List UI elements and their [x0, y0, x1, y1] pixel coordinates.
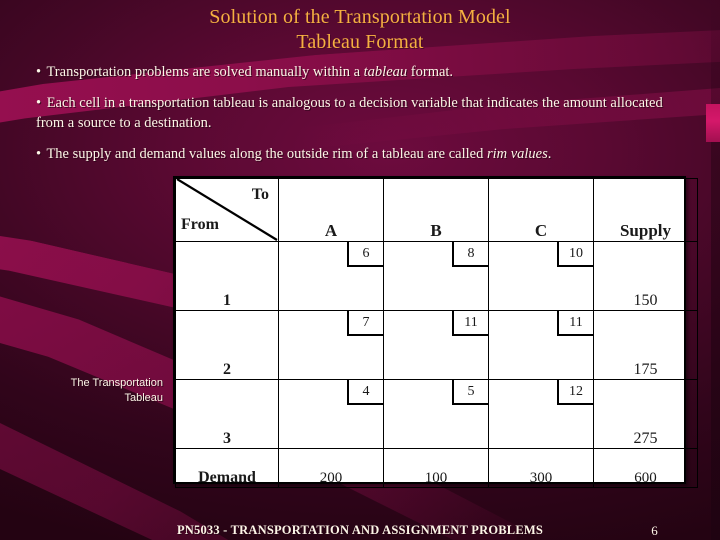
column-header-a: A [278, 178, 384, 242]
cell-1-a[interactable]: 6 [278, 241, 384, 311]
bullet-marker: • [36, 64, 44, 80]
cell-1-b[interactable]: 8 [383, 241, 489, 311]
bullet-text-1-italic: tableau [363, 64, 408, 80]
table-row: 3 4 5 12 275 [175, 379, 698, 449]
slide-title: Solution of the Transportation Model Tab… [0, 5, 720, 55]
cell-1-c[interactable]: 10 [488, 241, 594, 311]
cost-box: 11 [452, 311, 488, 336]
title-line-2: Tableau Format [296, 31, 424, 53]
right-edge-shadow [711, 0, 720, 540]
supply-value-3: 275 [593, 379, 698, 449]
cell-2-c[interactable]: 11 [488, 310, 594, 380]
row-label-2: 2 [175, 310, 279, 380]
bullet-text-3a: The supply and demand values along the o… [46, 146, 487, 162]
cost-box: 11 [557, 311, 593, 336]
bullet-item-3: • The supply and demand values along the… [36, 144, 684, 164]
cost-box: 4 [347, 380, 383, 405]
slide-page-number: 6 [651, 523, 658, 538]
tableau-caption: The Transportation Tableau [8, 376, 163, 406]
right-edge-accent-bar [706, 104, 720, 142]
column-header-c: C [488, 178, 594, 242]
cell-3-b[interactable]: 5 [383, 379, 489, 449]
demand-value-a: 200 [278, 448, 384, 488]
bullet-text-3b: . [547, 146, 552, 162]
table-row: 1 6 8 10 150 [175, 241, 698, 311]
bullet-marker: • [36, 146, 44, 162]
grand-total-value: 600 [593, 448, 698, 488]
cost-box: 7 [347, 311, 383, 336]
caption-line-1: The Transportation [70, 377, 163, 389]
cell-2-b[interactable]: 11 [383, 310, 489, 380]
demand-value-c: 300 [488, 448, 594, 488]
slide: Solution of the Transportation Model Tab… [0, 0, 720, 540]
cost-box: 5 [452, 380, 488, 405]
tableau-demand-row: Demand 200 100 300 600 [175, 448, 698, 488]
cost-box: 8 [452, 242, 488, 267]
bullet-text-3-italic: rim values [486, 146, 548, 162]
bullet-list: • Transportation problems are solved man… [36, 62, 684, 175]
tableau-header-row: To From A B C Supply [175, 178, 698, 242]
row-label-1: 1 [175, 241, 279, 311]
bullet-item-1: • Transportation problems are solved man… [36, 62, 684, 82]
cell-3-c[interactable]: 12 [488, 379, 594, 449]
cost-box: 10 [557, 242, 593, 267]
cell-2-a[interactable]: 7 [278, 310, 384, 380]
corner-label-from: From [181, 216, 219, 233]
cell-3-a[interactable]: 4 [278, 379, 384, 449]
bullet-text-2a: Each cell in a transportation tableau is… [36, 95, 663, 131]
supply-value-1: 150 [593, 241, 698, 311]
corner-label-to: To [251, 186, 269, 203]
bullet-marker: • [36, 95, 44, 111]
row-label-3: 3 [175, 379, 279, 449]
column-header-b: B [383, 178, 489, 242]
footer-text: PN5033 - TRANSPORTATION AND ASSIGNMENT P… [176, 523, 544, 537]
transportation-tableau: To From A B C Supply 1 6 8 10 150 2 7 11… [173, 176, 698, 488]
demand-label: Demand [175, 448, 279, 488]
table-row: 2 7 11 11 175 [175, 310, 698, 380]
bullet-text-1a: Transportation problems are solved manua… [46, 64, 364, 80]
column-header-supply: Supply [593, 178, 698, 242]
demand-value-b: 100 [383, 448, 489, 488]
bullet-text-1b: format. [407, 64, 454, 80]
cost-box: 12 [557, 380, 593, 405]
tableau-table: To From A B C Supply 1 6 8 10 150 2 7 11… [175, 178, 698, 488]
tableau-corner-cell: To From [175, 178, 279, 242]
title-line-1: Solution of the Transportation Model [209, 6, 511, 28]
cost-box: 6 [347, 242, 383, 267]
supply-value-2: 175 [593, 310, 698, 380]
caption-line-2: Tableau [124, 392, 163, 404]
bullet-item-2: • Each cell in a transportation tableau … [36, 93, 684, 133]
